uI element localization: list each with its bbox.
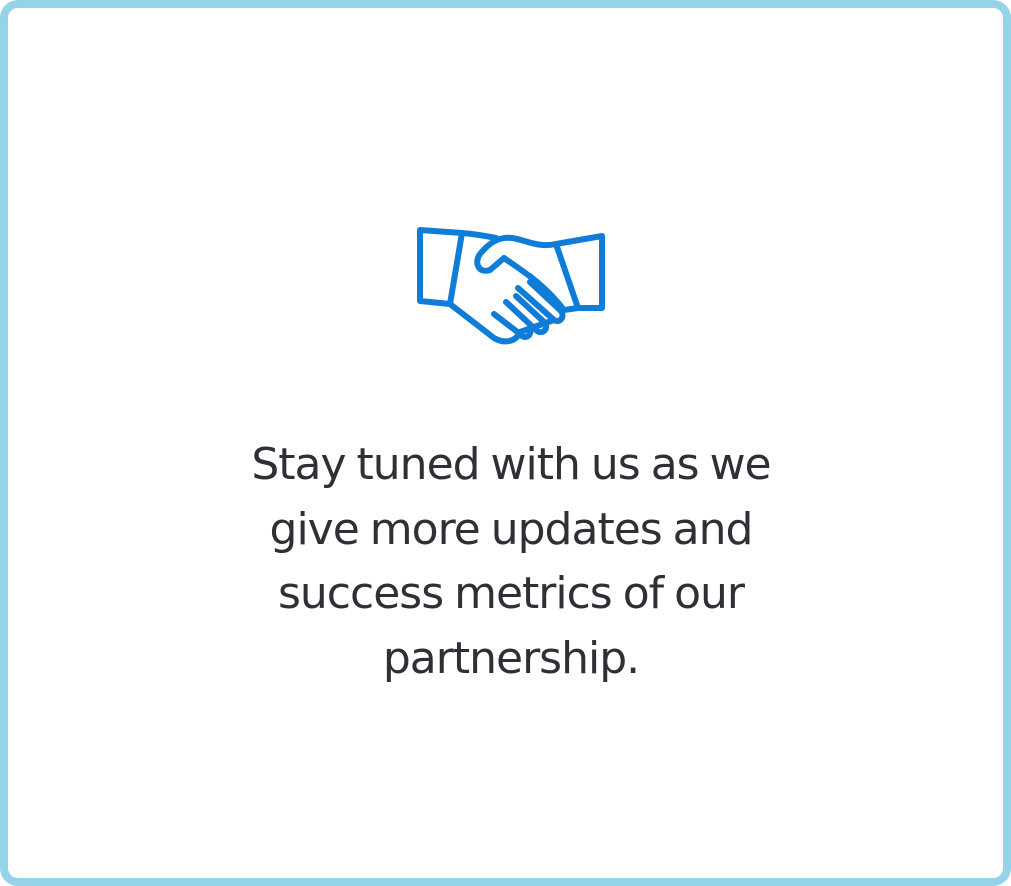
stay-tuned-message: Stay tuned with us as we give more updat… <box>251 439 771 684</box>
handshake-icon <box>408 216 614 350</box>
info-card: Stay tuned with us as we give more updat… <box>0 0 1011 886</box>
